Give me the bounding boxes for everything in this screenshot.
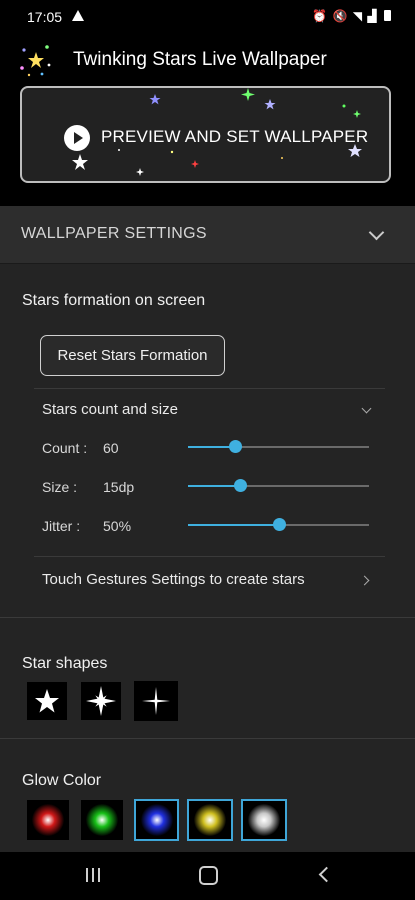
app-header: Twinking Stars Live Wallpaper PREVIEW AN… [0, 34, 415, 206]
glow-color-yellow[interactable] [187, 799, 233, 841]
wallpaper-settings-header[interactable]: WALLPAPER SETTINGS [0, 206, 415, 264]
mute-icon: 🔇 [332, 9, 349, 23]
glow-dot [86, 804, 118, 836]
slider-label: Jitter : [42, 518, 81, 534]
slider-fill [188, 485, 241, 487]
status-time: 17:05 [27, 9, 63, 25]
home-icon[interactable] [199, 866, 218, 885]
jitter-slider[interactable] [188, 518, 369, 531]
navigation-bar [0, 852, 415, 900]
five-point-star-icon [35, 689, 59, 713]
play-icon [64, 125, 90, 151]
wifi-icon: ◥ [352, 9, 364, 23]
four-point-sparkle-icon [86, 686, 116, 716]
slider-label: Count : [42, 440, 88, 456]
count-slider[interactable] [188, 440, 369, 453]
glow-color-white[interactable] [241, 799, 287, 841]
slider-label: Size : [42, 479, 78, 495]
size-slider[interactable] [188, 479, 369, 492]
alarm-icon: ⏰ [312, 9, 329, 23]
divider [0, 617, 415, 618]
recents-icon[interactable] [85, 868, 101, 882]
app-logo-icon [20, 45, 51, 77]
chevron-right-icon[interactable] [359, 575, 370, 586]
glow-color-blue[interactable] [134, 799, 179, 841]
preview-and-set-wallpaper-button[interactable]: PREVIEW AND SET WALLPAPER [20, 86, 391, 183]
slider-value: 60 [103, 440, 119, 456]
slider-fill [188, 446, 236, 448]
chevron-down-icon[interactable] [361, 403, 372, 414]
reset-stars-formation-button[interactable]: Reset Stars Formation [40, 335, 225, 376]
glow-dot [248, 804, 280, 836]
stars-count-size-title[interactable]: Stars count and size [42, 401, 178, 418]
glow-color-green[interactable] [81, 800, 123, 840]
slider-thumb[interactable] [229, 440, 243, 453]
star-shape-five-point[interactable] [27, 682, 67, 720]
warning-icon [72, 10, 84, 21]
star-shapes-title: Star shapes [22, 655, 108, 672]
battery-icon [384, 10, 391, 21]
slider-fill [188, 524, 279, 526]
signal-icon: ▟ [367, 9, 378, 23]
star-shape-four-point[interactable] [81, 682, 121, 720]
slider-value: 15dp [103, 479, 135, 495]
glow-dot [140, 804, 173, 836]
chevron-down-icon [368, 224, 385, 241]
divider [34, 388, 385, 389]
back-icon[interactable] [318, 866, 335, 883]
glow-dot [32, 804, 64, 836]
divider [34, 556, 385, 557]
glow-dot [194, 804, 226, 836]
app-title: Twinking Stars Live Wallpaper [73, 49, 327, 70]
preview-label: PREVIEW AND SET WALLPAPER [101, 127, 369, 146]
glow-color-red[interactable] [27, 800, 69, 840]
star-shape-thin-sparkle[interactable] [134, 681, 178, 721]
divider [0, 738, 415, 739]
status-bar: 17:05 ⏰ 🔇 ◥ ▟ [0, 0, 415, 34]
formation-title: Stars formation on screen [22, 292, 206, 309]
slider-thumb[interactable] [234, 479, 248, 492]
thin-sparkle-icon [142, 687, 170, 715]
slider-thumb[interactable] [272, 518, 286, 531]
touch-gestures-settings-link[interactable]: Touch Gestures Settings to create stars [42, 571, 305, 588]
status-icons: ⏰ 🔇 ◥ ▟ [312, 9, 391, 23]
slider-value: 50% [103, 518, 132, 534]
glow-color-title: Glow Color [22, 772, 102, 789]
section-title: WALLPAPER SETTINGS [21, 225, 207, 242]
